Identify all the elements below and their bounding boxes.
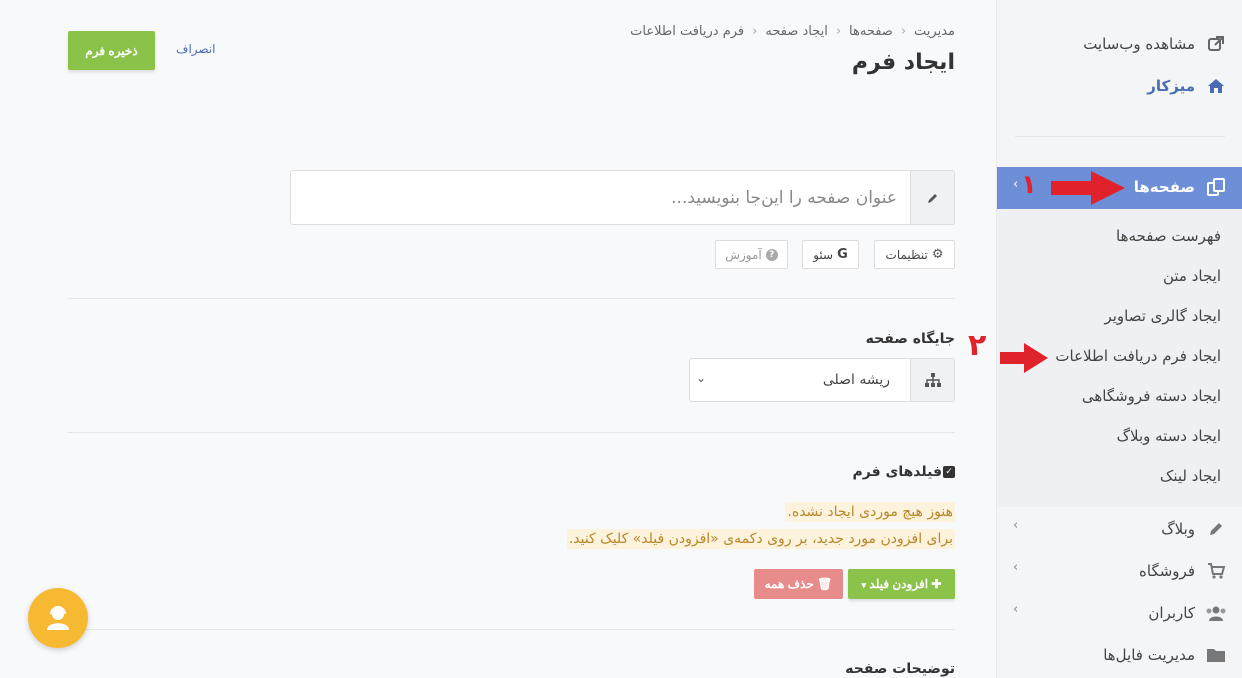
sidebar: مشاهده وب‌سایت میزکار صفحه‌ها ‹ ۱ فهرست … (996, 0, 1242, 678)
chevron-left-icon: ‹ (1013, 602, 1019, 617)
settings-button-label: تنظیمات (885, 247, 928, 262)
question-icon: ? (765, 248, 778, 261)
sidebar-item-label: کاربران (1148, 604, 1195, 622)
submenu-item-create-blog-category[interactable]: ایجاد دسته وبلاگ (1117, 427, 1221, 445)
delete-all-button[interactable]: 🗑 حذف همه (754, 569, 843, 599)
cancel-link[interactable]: انصراف (176, 42, 215, 56)
form-fields-checkbox[interactable]: ✓ (943, 466, 955, 478)
placement-select[interactable]: ریشه اصلی ⌄ (689, 358, 955, 402)
submenu-item-create-text[interactable]: ایجاد متن (1163, 267, 1221, 285)
trash-icon: 🗑 (817, 577, 833, 591)
gear-icon: ⚙ (931, 247, 944, 262)
breadcrumb-separator: › (835, 24, 842, 39)
annotation-number-two: ۲ (968, 328, 987, 363)
home-icon (1205, 75, 1227, 97)
empty-message-line-1: هنوز هیچ موردی ایجاد نشده. (785, 502, 955, 522)
users-icon (1205, 602, 1227, 624)
sidebar-item-users[interactable]: کاربران ‹ (997, 602, 1242, 624)
breadcrumb-separator: › (900, 24, 907, 39)
user-icon (47, 606, 69, 630)
plus-icon: ✚ (931, 577, 942, 591)
sidebar-item-view-website[interactable]: مشاهده وب‌سایت (997, 33, 1242, 55)
divider (68, 298, 955, 299)
submenu-item-create-link[interactable]: ایجاد لینک (1160, 467, 1221, 485)
add-field-label: افزودن فیلد (869, 577, 929, 591)
seo-button-label: سئو (813, 247, 834, 262)
google-icon: G (837, 247, 848, 262)
sidebar-item-label: فروشگاه (1139, 562, 1195, 580)
cart-icon (1205, 560, 1227, 582)
sidebar-item-label: میزکار (1147, 77, 1195, 95)
breadcrumb-separator: › (752, 24, 758, 39)
placement-select-value: ریشه اصلی (822, 372, 890, 388)
sidebar-item-label: صفحه‌ها (1133, 178, 1195, 196)
breadcrumb-item[interactable]: صفحه‌ها (849, 24, 893, 39)
sidebar-item-label: مدیریت فایل‌ها (1103, 646, 1195, 664)
delete-all-label: حذف همه (764, 577, 814, 591)
support-chat-button[interactable] (28, 588, 88, 648)
sidebar-divider (1015, 136, 1225, 137)
page-title-input[interactable] (291, 171, 911, 224)
breadcrumb-item-current: فرم دریافت اطلاعات (630, 24, 745, 39)
pencil-icon (910, 171, 954, 224)
sidebar-item-label: وبلاگ (1161, 520, 1195, 538)
empty-message-line-2: برای افزودن مورد جدید، بر روی دکمه‌ی «اف… (566, 529, 955, 549)
sitemap-icon (910, 359, 954, 401)
annotation-number-one: ۱ (1021, 170, 1037, 200)
pencil-icon (1205, 518, 1227, 540)
caret-down-icon: ▾ (861, 580, 867, 590)
help-button[interactable]: ? آموزش (715, 240, 788, 269)
divider (68, 629, 955, 630)
submenu-item-create-gallery[interactable]: ایجاد گالری تصاویر (1104, 307, 1221, 325)
settings-button[interactable]: ⚙ تنظیمات (874, 240, 955, 269)
chevron-down-icon: ⌄ (696, 371, 707, 385)
page-title: ایجاد فرم (851, 50, 955, 75)
chevron-left-icon: ‹ (1013, 177, 1019, 192)
sidebar-item-blog[interactable]: وبلاگ ‹ (997, 518, 1242, 540)
help-button-label: آموزش (725, 247, 762, 262)
breadcrumb-item[interactable]: مدیریت (914, 24, 955, 39)
save-form-button[interactable]: ذخیره فرم (68, 31, 155, 70)
external-link-icon (1205, 33, 1227, 55)
sidebar-item-file-manager[interactable]: مدیریت فایل‌ها (997, 644, 1242, 666)
divider (68, 432, 955, 433)
sidebar-item-dashboard[interactable]: میزکار (997, 75, 1242, 97)
red-arrow-icon (1000, 343, 1048, 373)
breadcrumb-item[interactable]: ایجاد صفحه (765, 24, 827, 39)
breadcrumb: مدیریت › صفحه‌ها › ایجاد صفحه › فرم دریا… (630, 24, 955, 39)
sidebar-item-label: مشاهده وب‌سایت (1083, 35, 1195, 53)
sidebar-item-shop[interactable]: فروشگاه ‹ (997, 560, 1242, 582)
chevron-left-icon: ‹ (1013, 560, 1019, 575)
page-description-label: توضیحات صفحه (845, 661, 955, 677)
chevron-left-icon: ‹ (1013, 518, 1019, 533)
seo-button[interactable]: G سئو (802, 240, 859, 269)
submenu-item-create-shop-category[interactable]: ایجاد دسته فروشگاهی (1082, 387, 1221, 405)
placement-label: جایگاه صفحه (865, 331, 955, 347)
folder-icon (1205, 644, 1227, 666)
form-fields-label: فیلدهای فرم (852, 464, 943, 480)
title-input-group (290, 170, 955, 225)
submenu-item-page-list[interactable]: فهرست صفحه‌ها (1116, 227, 1221, 245)
red-arrow-icon (1051, 171, 1125, 205)
add-field-button[interactable]: ✚ افزودن فیلد ▾ (848, 569, 955, 599)
submenu-item-create-form[interactable]: ایجاد فرم دریافت اطلاعات (1055, 347, 1221, 365)
pages-icon (1205, 176, 1227, 198)
